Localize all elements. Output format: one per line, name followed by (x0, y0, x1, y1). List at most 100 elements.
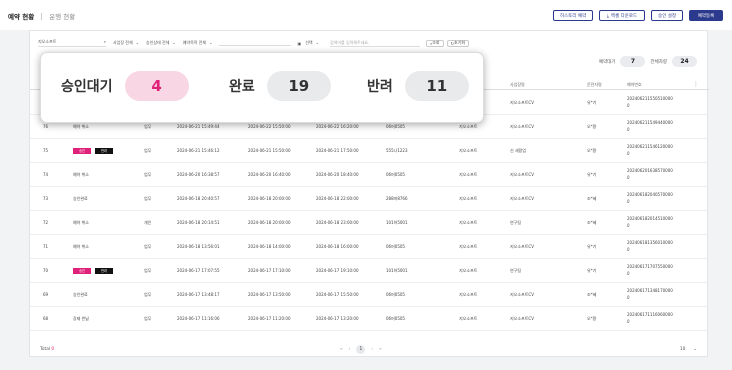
excel-download-label: 엑셀 다운로드 (610, 13, 638, 19)
cell-request: 2024-06-20 16:38:57 (177, 172, 220, 177)
waiting-count-label: 예약대기 (598, 59, 616, 65)
cell-res-no: 2024061717075500000 (627, 264, 673, 276)
purpose-select[interactable]: 예약목적 전체 ⌄ (183, 40, 213, 46)
cell-site: 연구팀 (510, 219, 522, 225)
last-page-icon[interactable]: » (379, 347, 382, 352)
cell-status: 예약 취소 (73, 243, 89, 249)
cell-car: 06머0505 (386, 243, 405, 249)
cell-car: 101허5001 (386, 219, 408, 225)
cell-end: 2024-06-17 15:50:00 (316, 292, 359, 297)
cell-site: 지오소프트CV (510, 99, 534, 105)
cell-site: 지오소프트CV (510, 243, 534, 249)
register-reservation-button[interactable]: 예약등록 (689, 10, 723, 21)
reject-button[interactable]: 반려 (95, 147, 113, 154)
first-page-icon[interactable]: « (340, 347, 343, 352)
approve-button[interactable]: 승인 (73, 267, 91, 274)
cell-no: 70 (43, 268, 49, 273)
action-buttons: 승인 반려 (73, 267, 113, 274)
cell-status: 예약 취소 (73, 219, 89, 225)
download-icon: ⤓ (606, 13, 609, 19)
tab-reservation-status[interactable]: 예약 현황 (8, 11, 34, 21)
cell-start: 2024-06-17 17:10:00 (248, 268, 291, 273)
cell-purpose: 업무 (144, 195, 152, 201)
table-row[interactable]: 69 승인완료 업무 2024-06-17 13:48:17 2024-06-17 13… (30, 283, 709, 307)
row-action-buttons: 승인 반려 (73, 139, 113, 162)
approval-status-select[interactable]: 승인상태 전체 ⌄ (146, 40, 176, 46)
total-label: Total (40, 347, 51, 352)
cell-driver: 유*기 (587, 243, 597, 249)
cell-car: 288머8766 (386, 195, 408, 201)
more-options-icon[interactable]: ⋮ (693, 81, 699, 88)
cell-site: 신 세람업 (510, 147, 526, 153)
column-header-driver: 운전자명 (587, 82, 602, 87)
page-size-select[interactable]: 10 ⌄ (680, 347, 697, 352)
cell-car: 06머0505 (386, 315, 405, 321)
chevron-down-icon: ⌄ (209, 40, 213, 45)
summary-rejected: 반려 11 (367, 71, 469, 101)
cell-end: 2024-06-18 23:00:00 (316, 220, 359, 225)
table-row[interactable]: 73 승인완료 업무 2024-06-18 20:40:57 2024-06-18 20… (30, 187, 709, 211)
cell-end: 2024-06-18 22:00:00 (316, 196, 359, 201)
completed-label: 완료 (229, 79, 255, 95)
search-button[interactable]: ⌕ 조회 (425, 39, 444, 47)
site-select[interactable]: 사업장 전체 ⌄ (113, 40, 139, 46)
table-row[interactable]: 68 강제 반납 업무 2024-06-17 11:16:06 2024-06-17 1… (30, 307, 709, 331)
cell-company: 지오소프트 (459, 291, 478, 297)
company-search-value: 지오소프트 (38, 39, 57, 44)
reset-button[interactable]: ↻ 초기화 (446, 39, 470, 47)
table-row[interactable]: 75 승인 반려 업무 2024-06-21 15:46:12 2024-06-21 15… (30, 139, 709, 163)
table-row[interactable]: 74 예약 취소 업무 2024-06-20 16:38:57 2024-06-20 1… (30, 163, 709, 187)
total-vehicle-count: 24 (672, 56, 697, 67)
vehicle-counts: 예약대기 7 전체차량 24 (599, 56, 697, 67)
site-select-value: 사업장 전체 (113, 40, 133, 45)
page-tabs: 예약 현황 운행 현황 (8, 11, 75, 21)
cell-no: 73 (43, 196, 49, 201)
cell-car: 101허5001 (386, 267, 408, 273)
status-summary-card: 승인대기 4 완료 19 반려 11 (40, 52, 484, 123)
summary-completed: 완료 19 (229, 71, 331, 101)
tab-operation-status[interactable]: 운행 현황 (49, 11, 75, 21)
cell-start: 2024-06-20 16:40:00 (248, 172, 291, 177)
search-icon: ⌕ (103, 39, 106, 44)
date-range-field[interactable] (219, 40, 292, 46)
cell-site: 지오소프트CV (510, 315, 534, 321)
cell-driver: 조*혜 (587, 195, 597, 201)
cell-no: 68 (43, 316, 49, 321)
cell-purpose: 업무 (144, 315, 152, 321)
cell-end: 2024-06-21 17:50:00 (316, 148, 359, 153)
history-reservation-button[interactable]: 히스토리 예약 (553, 10, 593, 21)
cell-site: 지오소프트CV (510, 171, 534, 177)
excel-download-button[interactable]: ⤓ 엑셀 다운로드 (599, 10, 645, 21)
table-row[interactable]: 70 승인 반려 업무 2024-06-17 17:07:55 2024-06-17 17… (30, 259, 709, 283)
chevron-down-icon: ⌄ (315, 40, 319, 45)
pagination: « ‹ 1 › » (340, 345, 382, 354)
action-buttons: 승인 반려 (73, 147, 113, 154)
table-row[interactable]: 71 예약 취소 업무 2024-06-18 13:56:01 2024-06-18 1… (30, 235, 709, 259)
calendar-icon[interactable]: ▣ (297, 41, 301, 46)
cell-res-no: 2024061820405700000 (627, 192, 673, 204)
toolbar: 히스토리 예약 ⤓ 엑셀 다운로드 승인 설정 예약등록 (553, 10, 723, 21)
search-type-select[interactable]: 선택 ⌄ (305, 40, 319, 46)
cell-company: 지오소프트 (459, 147, 478, 153)
approval-settings-button[interactable]: 승인 설정 (651, 10, 683, 21)
cell-res-no: 2024062115505100000 (627, 96, 673, 108)
page-number[interactable]: 1 (356, 345, 366, 354)
prev-page-icon[interactable]: ‹ (349, 347, 351, 352)
approve-button[interactable]: 승인 (73, 147, 91, 154)
search-query-input[interactable]: 검색어를 입력해주세요. (329, 40, 420, 47)
next-page-icon[interactable]: › (371, 347, 373, 352)
cell-no: 75 (43, 148, 49, 153)
cell-res-no: 2024061813560100000 (627, 240, 673, 252)
cell-driver: 조*혜 (587, 291, 597, 297)
table-row[interactable]: 72 예약 취소 개인 2024-06-18 20:14:51 2024-06-18 2… (30, 211, 709, 235)
cell-request: 2024-06-18 20:40:57 (177, 196, 220, 201)
page-size-value: 10 (679, 347, 686, 352)
cell-status: 승인완료 (73, 291, 88, 297)
reject-button[interactable]: 반려 (95, 267, 113, 274)
cell-status: 예약 취소 (73, 171, 89, 177)
total-count-value: 0 (51, 347, 55, 352)
total-count: Total 0 (40, 347, 54, 352)
cell-res-no: 2024061713481700000 (627, 288, 673, 300)
summary-pending: 승인대기 4 (61, 71, 189, 101)
company-search-field[interactable]: 지오소프트 ⌕ (38, 39, 106, 47)
